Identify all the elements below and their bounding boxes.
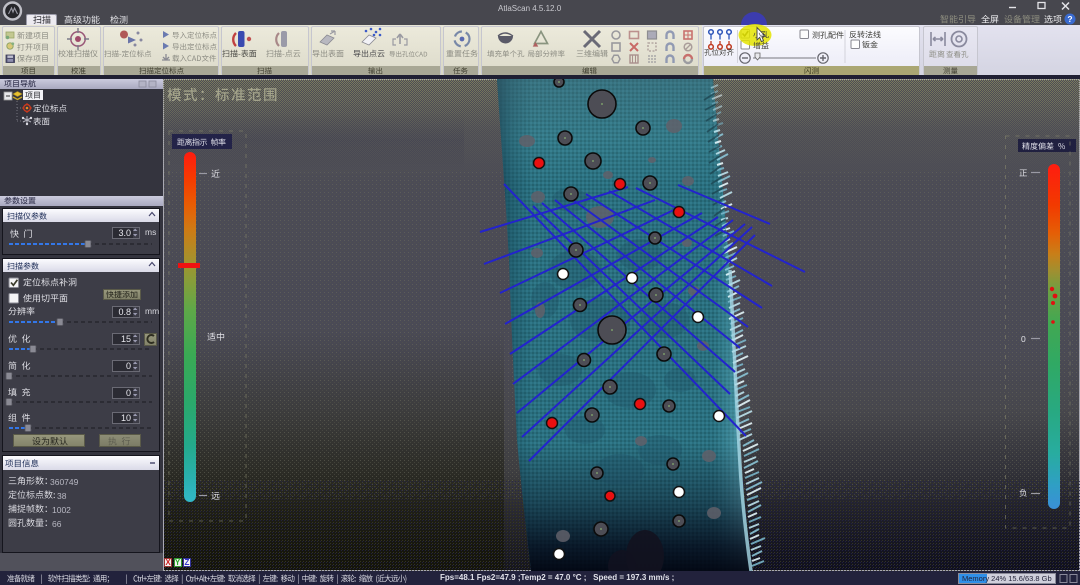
- svg-text:?: ?: [1067, 14, 1072, 24]
